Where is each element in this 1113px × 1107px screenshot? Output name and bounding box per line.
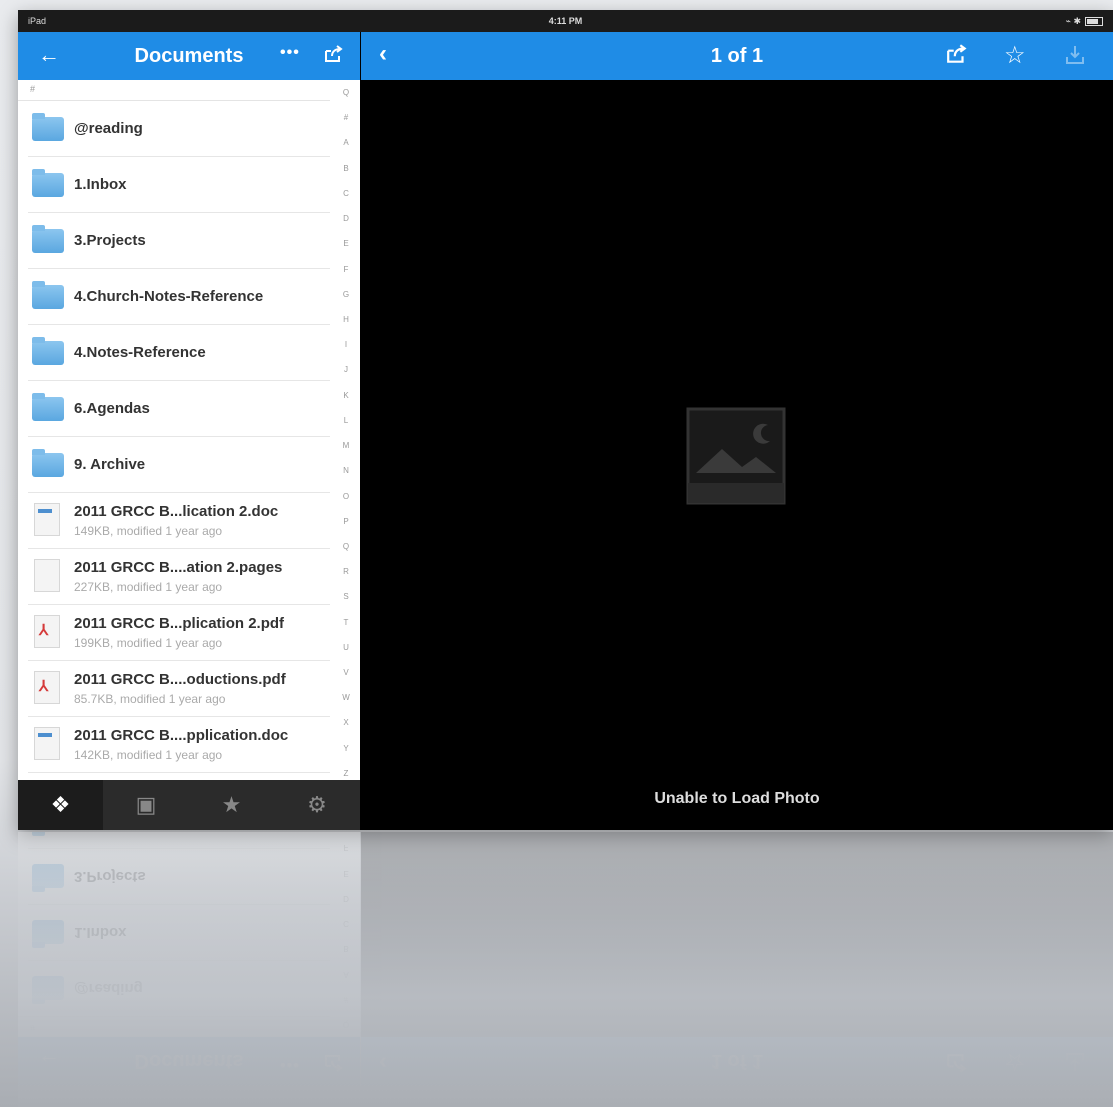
folder-icon xyxy=(32,393,64,421)
page-indicator: 1 of 1 xyxy=(710,45,764,67)
file-row[interactable]: 2011 GRCC B...lication 2.doc 149KB, modif… xyxy=(28,493,330,549)
documents-navbar: ← Documents ••• xyxy=(18,32,360,80)
index-letter[interactable]: C xyxy=(343,189,349,198)
dropbox-icon[interactable]: ❖ xyxy=(18,780,103,830)
file-row[interactable]: 2011 GRCC B....ation 2.pages 227KB, modif… xyxy=(28,549,330,605)
photos-icon[interactable]: ▣ xyxy=(104,780,189,830)
item-name: 9. Archive xyxy=(74,456,146,473)
reflection-fade xyxy=(18,832,1113,1107)
item-name: 4.Notes-Reference xyxy=(74,344,206,361)
item-meta: 149KB, modified 1 year ago xyxy=(74,524,223,538)
documents-panel: ← Documents ••• # @reading 1.Inbox 3.Proje… xyxy=(18,32,360,830)
viewer-navbar: ‹ 1 of 1 ☆ xyxy=(361,32,1113,80)
folder-icon xyxy=(32,449,64,477)
index-letter[interactable]: P xyxy=(343,517,348,526)
index-letter[interactable]: R xyxy=(343,567,349,576)
index-letter[interactable]: N xyxy=(343,466,349,475)
index-letter[interactable]: M xyxy=(343,441,350,450)
index-letter[interactable]: Z xyxy=(344,769,349,778)
index-letter[interactable]: D xyxy=(343,214,349,223)
item-name: 4.Church-Notes-Reference xyxy=(74,288,264,305)
item-name: 2011 GRCC B...plication 2.pdf xyxy=(74,615,285,632)
folder-row[interactable]: 4.Church-Notes-Reference xyxy=(28,269,330,325)
share-icon[interactable] xyxy=(324,45,344,68)
folder-icon xyxy=(32,337,64,365)
index-letter[interactable]: L xyxy=(344,416,348,425)
index-letter[interactable]: U xyxy=(343,643,349,652)
index-letter[interactable]: Q xyxy=(343,542,349,551)
index-letter[interactable]: E xyxy=(343,239,348,248)
status-bar: iPad 4:11 PM ⌁ ✱ xyxy=(18,10,1113,32)
item-meta: 227KB, modified 1 year ago xyxy=(74,580,223,594)
item-name: 1.Inbox xyxy=(74,176,127,193)
page-title: Documents xyxy=(134,45,244,67)
index-letter[interactable]: F xyxy=(344,265,349,274)
item-name: @reading xyxy=(74,120,143,137)
index-letter[interactable]: Q xyxy=(343,88,349,97)
battery-icon: ⌁ ✱ xyxy=(1066,10,1103,32)
index-letter[interactable]: K xyxy=(343,391,348,400)
folder-row[interactable]: 4.Notes-Reference xyxy=(28,325,330,381)
pdf-file-icon xyxy=(34,671,60,704)
share-icon[interactable] xyxy=(946,44,968,69)
photo-viewer: ‹ 1 of 1 ☆ Unable to Load Photo xyxy=(361,32,1113,830)
index-letter[interactable]: I xyxy=(345,340,347,349)
item-name: 2011 GRCC B...lication 2.doc xyxy=(74,503,279,520)
tab-bar: ❖ ▣ ★ ⚙ xyxy=(18,780,360,830)
index-letter[interactable]: W xyxy=(342,693,350,702)
index-letter[interactable]: # xyxy=(344,113,348,122)
folder-row[interactable]: 1.Inbox xyxy=(28,157,330,213)
gear-icon[interactable]: ⚙ xyxy=(275,780,360,830)
hash-icon: # xyxy=(30,84,36,94)
index-letter[interactable]: X xyxy=(343,718,348,727)
file-row[interactable]: 2011 GRCC B....oductions.pdf 85.7KB, modi… xyxy=(28,661,330,717)
star-icon[interactable]: ☆ xyxy=(1004,41,1026,70)
pdf-file-icon xyxy=(34,615,60,648)
index-letter[interactable]: S xyxy=(343,592,348,601)
file-list: # @reading 1.Inbox 3.Projects 4.Church-Note… xyxy=(18,80,330,773)
folder-icon xyxy=(32,113,64,141)
search-row[interactable]: # xyxy=(18,80,330,101)
index-letter[interactable]: J xyxy=(344,365,348,374)
error-message: Unable to Load Photo xyxy=(654,790,820,807)
file-row[interactable]: 2011 GRCC B...plication 2.pdf 199KB, modi… xyxy=(28,605,330,661)
word-file-icon xyxy=(34,727,60,760)
item-name: 6.Agendas xyxy=(74,400,150,417)
folder-icon xyxy=(32,169,64,197)
screen-reflection: iPad 4:11 PM ⌁ ✱ ← Documents ••• # @read… xyxy=(18,832,1113,1107)
index-letter[interactable]: G xyxy=(343,290,349,299)
folder-row[interactable]: @reading xyxy=(28,101,330,157)
item-name: 2011 GRCC B....pplication.doc xyxy=(74,727,289,744)
index-letter[interactable]: O xyxy=(343,492,349,501)
folder-icon xyxy=(32,281,64,309)
index-letter[interactable]: A xyxy=(343,138,348,147)
alphabet-index[interactable]: Q # A B C D E F G H I J K L M N O P Q R S T U V W X Y Z xyxy=(332,88,360,778)
item-meta: 199KB, modified 1 year ago xyxy=(74,636,223,650)
folder-row[interactable]: 3.Projects xyxy=(28,213,330,269)
download-icon[interactable] xyxy=(1065,44,1085,71)
folder-row[interactable]: 9. Archive xyxy=(28,437,330,493)
item-name: 2011 GRCC B....ation 2.pages xyxy=(74,559,283,576)
item-meta: 142KB, modified 1 year ago xyxy=(74,748,223,762)
index-letter[interactable]: T xyxy=(344,618,349,627)
index-letter[interactable]: V xyxy=(343,668,348,677)
item-name: 2011 GRCC B....oductions.pdf xyxy=(74,671,286,688)
broken-image-icon xyxy=(686,407,786,505)
document-icon xyxy=(34,559,60,592)
folder-icon xyxy=(32,225,64,253)
ipad-screen: iPad 4:11 PM ⌁ ✱ ← Documents ••• # @read… xyxy=(18,10,1113,830)
index-letter[interactable]: H xyxy=(343,315,349,324)
word-file-icon xyxy=(34,503,60,536)
more-button[interactable]: ••• xyxy=(280,44,300,62)
item-meta: 85.7KB, modified 1 year ago xyxy=(74,692,226,706)
index-letter[interactable]: Y xyxy=(343,744,348,753)
star-icon[interactable]: ★ xyxy=(189,780,274,830)
item-name: 3.Projects xyxy=(74,232,146,249)
folder-row[interactable]: 6.Agendas xyxy=(28,381,330,437)
index-letter[interactable]: B xyxy=(343,164,348,173)
status-time: 4:11 PM xyxy=(548,16,583,26)
file-row[interactable]: 2011 GRCC B....pplication.doc 142KB, modi… xyxy=(28,717,330,773)
